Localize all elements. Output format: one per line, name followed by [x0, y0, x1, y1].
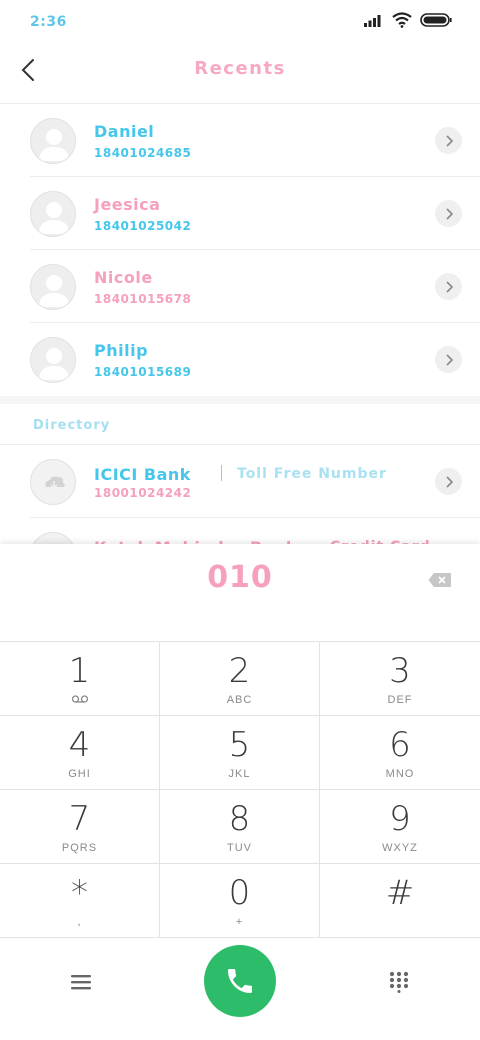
page-title: Recents [194, 58, 286, 79]
contact-number: 18401015678 [94, 292, 192, 306]
key-letters: + [235, 916, 244, 928]
contact-name: Daniel [94, 122, 155, 141]
key-digit: 6 [389, 725, 411, 765]
backspace-button[interactable] [428, 572, 452, 588]
key-digit: 9 [389, 799, 411, 839]
key-7[interactable]: 7 PQRS [0, 790, 160, 864]
contact-row[interactable]: Philip 18401015689 [30, 323, 480, 396]
details-button[interactable] [435, 127, 462, 154]
details-button[interactable] [435, 346, 462, 373]
key-digit: 3 [389, 651, 411, 691]
voicemail-icon [71, 695, 88, 703]
wifi-icon [392, 12, 412, 28]
key-digit: 7 [68, 799, 91, 839]
key-digit: 2 [228, 651, 251, 691]
signal-icon [364, 15, 381, 27]
contact-number: 18401025042 [94, 219, 192, 233]
avatar-icon [39, 348, 69, 380]
details-button[interactable] [435, 468, 462, 495]
contact-row[interactable]: Jeesica 18401025042 [30, 177, 480, 250]
contact-name: Nicole [94, 268, 153, 287]
chevron-right-icon [445, 353, 453, 366]
key-letters: TUV [227, 842, 252, 854]
key-digit: 8 [228, 799, 251, 839]
directory-row[interactable]: ICICI Bank Toll Free Number 18001024242 [30, 445, 480, 518]
key-letters: ABC [226, 694, 253, 706]
dialed-number[interactable]: 010 [0, 560, 480, 595]
avatar-icon [39, 275, 69, 307]
keypad: 1 2 ABC 3 DEF 4 GHI 5 JKL 6 MNO 7 PQRS 8… [0, 641, 480, 938]
details-button[interactable] [435, 273, 462, 300]
key-letters [320, 916, 480, 930]
separator [221, 465, 222, 481]
key-2[interactable]: 2 ABC [160, 642, 320, 716]
key-digit: 5 [228, 725, 251, 765]
directory-tag: Toll Free Number [237, 466, 387, 482]
key-letters: MNO [385, 768, 415, 780]
key-letters: DEF [387, 694, 413, 706]
key-digit: 0 [228, 873, 251, 913]
contact-row[interactable]: Nicole 18401015678 [30, 250, 480, 323]
chevron-right-icon [445, 134, 453, 147]
avatar [30, 191, 76, 237]
key-9[interactable]: 9 WXYZ [320, 790, 480, 864]
dialer-panel: 010 1 2 ABC 3 DEF 4 GHI 5 JKL 6 MNO 7 PQ… [0, 544, 480, 1040]
dialer-actions [0, 937, 480, 1040]
keypad-grid-icon [389, 971, 409, 993]
avatar [30, 337, 76, 383]
key-star[interactable]: * , [0, 864, 160, 938]
key-8[interactable]: 8 TUV [160, 790, 320, 864]
backspace-icon [428, 573, 451, 587]
avatar [30, 264, 76, 310]
menu-icon [71, 975, 91, 990]
phone-icon [228, 969, 252, 993]
keypad-toggle-button[interactable] [386, 969, 412, 995]
status-bar: 2:36 [0, 0, 480, 44]
key-letters: , [77, 916, 82, 928]
avatar [30, 118, 76, 164]
call-button[interactable] [204, 945, 276, 1017]
key-digit: # [385, 873, 415, 913]
status-icons [364, 12, 452, 28]
header: Recents [0, 44, 480, 104]
avatar-icon [39, 129, 69, 161]
cloud-icon [45, 476, 65, 490]
chevron-right-icon [445, 207, 453, 220]
key-letters: PQRS [61, 842, 98, 854]
chevron-right-icon [445, 280, 453, 293]
section-divider [0, 396, 480, 404]
contact-number: 18401015689 [94, 365, 192, 379]
avatar [30, 459, 76, 505]
menu-button[interactable] [68, 969, 94, 995]
key-letters: JKL [228, 768, 251, 780]
key-letters [0, 694, 159, 708]
directory-name: ICICI Bank [94, 465, 191, 484]
key-5[interactable]: 5 JKL [160, 716, 320, 790]
key-letters: WXYZ [382, 842, 418, 854]
key-0[interactable]: 0 + [160, 864, 320, 938]
contact-number: 18401024685 [94, 146, 192, 160]
status-time: 2:36 [30, 14, 67, 30]
contact-name: Philip [94, 341, 149, 360]
key-hash[interactable]: # [320, 864, 480, 938]
key-1[interactable]: 1 [0, 642, 160, 716]
battery-icon [420, 13, 452, 27]
directory-label: Directory [33, 418, 111, 433]
chevron-right-icon [445, 475, 453, 488]
key-digit: 4 [68, 725, 91, 765]
directory-number: 18001024242 [94, 486, 192, 500]
key-letters: GHI [68, 768, 91, 780]
avatar-icon [39, 202, 69, 234]
key-4[interactable]: 4 GHI [0, 716, 160, 790]
contact-row[interactable]: Daniel 18401024685 [30, 104, 480, 177]
key-digit: * [71, 873, 88, 913]
key-6[interactable]: 6 MNO [320, 716, 480, 790]
contact-name: Jeesica [94, 195, 161, 214]
details-button[interactable] [435, 200, 462, 227]
key-digit: 1 [68, 651, 91, 691]
key-3[interactable]: 3 DEF [320, 642, 480, 716]
